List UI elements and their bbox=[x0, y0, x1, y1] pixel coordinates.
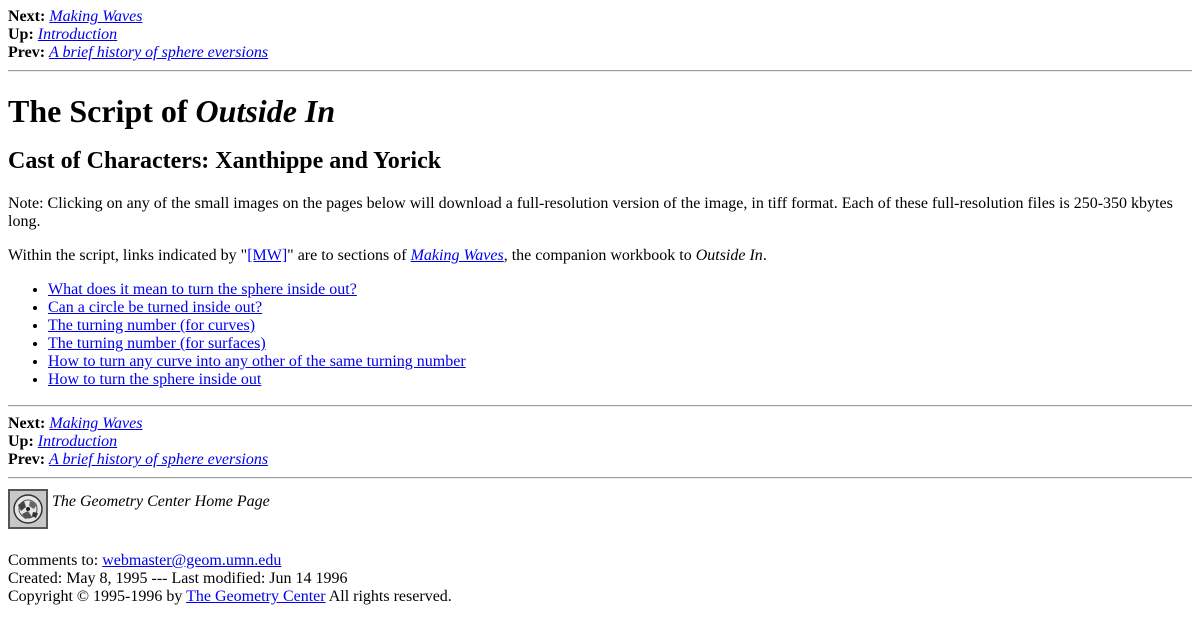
nav-up-line: Up: Introduction bbox=[8, 26, 1192, 44]
toc-link-turning-surfaces[interactable]: The turning number (for surfaces) bbox=[48, 335, 266, 352]
nav-up-label: Up: bbox=[8, 26, 34, 43]
page-footer: Comments to: webmaster@geom.umn.edu Crea… bbox=[8, 552, 1192, 606]
within-text-3: , the companion workbook to bbox=[503, 247, 696, 264]
nav-next-label: Next: bbox=[8, 8, 46, 25]
home-page-row: The Geometry Center Home Page bbox=[8, 489, 1192, 529]
within-text-1: Within the script, links indicated by " bbox=[8, 247, 248, 264]
within-text-2: " are to sections of bbox=[287, 247, 411, 264]
note-paragraph: Note: Clicking on any of the small image… bbox=[8, 195, 1173, 230]
page: Next: Making Waves Up: Introduction Prev… bbox=[0, 0, 1200, 606]
comments-line: Comments to: webmaster@geom.umn.edu bbox=[8, 552, 1192, 570]
outside-in-italic: Outside In bbox=[695, 247, 763, 264]
divider-top bbox=[8, 70, 1192, 72]
webmaster-email-link[interactable]: webmaster@geom.umn.edu bbox=[102, 552, 281, 569]
toc-link-turn-sphere[interactable]: How to turn the sphere inside out bbox=[48, 371, 261, 388]
nav-up-link[interactable]: Introduction bbox=[38, 26, 117, 43]
nav-next-line: Next: Making Waves bbox=[8, 415, 1192, 433]
nav-next-link[interactable]: Making Waves bbox=[49, 8, 142, 25]
copyright-line: Copyright © 1995-1996 by The Geometry Ce… bbox=[8, 588, 1192, 606]
page-title: The Script of Outside In bbox=[8, 93, 1192, 129]
table-of-contents: What does it mean to turn the sphere ins… bbox=[8, 281, 1192, 389]
toc-item: Can a circle be turned inside out? bbox=[48, 299, 1192, 317]
page-title-prefix: The Script of bbox=[8, 93, 196, 129]
copyright-suffix: All rights reserved. bbox=[325, 588, 452, 605]
making-waves-link[interactable]: Making Waves bbox=[411, 247, 504, 264]
toc-item: How to turn the sphere inside out bbox=[48, 371, 1192, 389]
bottom-navigation: Next: Making Waves Up: Introduction Prev… bbox=[8, 415, 1192, 469]
nav-up-line: Up: Introduction bbox=[8, 433, 1192, 451]
nav-prev-link[interactable]: A brief history of sphere eversions bbox=[49, 44, 268, 61]
top-navigation: Next: Making Waves Up: Introduction Prev… bbox=[8, 8, 1192, 62]
geometry-center-link[interactable]: The Geometry Center bbox=[186, 588, 326, 605]
divider-middle bbox=[8, 405, 1192, 407]
created-modified-line: Created: May 8, 1995 --- Last modified: … bbox=[8, 570, 348, 587]
toc-link-turn-curve[interactable]: How to turn any curve into any other of … bbox=[48, 353, 466, 370]
page-subtitle: Cast of Characters: Xanthippe and Yorick bbox=[8, 148, 442, 174]
comments-label: Comments to: bbox=[8, 552, 103, 569]
toc-link-circle[interactable]: Can a circle be turned inside out? bbox=[48, 299, 262, 316]
nav-up-label: Up: bbox=[8, 433, 34, 450]
nav-prev-line: Prev: A brief history of sphere eversion… bbox=[8, 44, 1192, 62]
nav-prev-label: Prev: bbox=[8, 44, 46, 61]
divider-bottom bbox=[8, 477, 1192, 479]
nav-next-line: Next: Making Waves bbox=[8, 8, 1192, 26]
nav-next-link[interactable]: Making Waves bbox=[49, 415, 142, 432]
toc-item: The turning number (for surfaces) bbox=[48, 335, 1192, 353]
toc-item: What does it mean to turn the sphere ins… bbox=[48, 281, 1192, 299]
page-title-italic: Outside In bbox=[195, 93, 336, 129]
copyright-prefix: Copyright © 1995-1996 by bbox=[8, 588, 187, 605]
nav-up-link[interactable]: Introduction bbox=[38, 433, 117, 450]
nav-prev-label: Prev: bbox=[8, 451, 46, 468]
within-paragraph: Within the script, links indicated by "[… bbox=[8, 247, 1192, 265]
toc-item: The turning number (for curves) bbox=[48, 317, 1192, 335]
within-text-4: . bbox=[762, 247, 767, 264]
toc-link-turning-curves[interactable]: The turning number (for curves) bbox=[48, 317, 255, 334]
nav-prev-link[interactable]: A brief history of sphere eversions bbox=[49, 451, 268, 468]
toc-link-inside-out[interactable]: What does it mean to turn the sphere ins… bbox=[48, 281, 357, 298]
toc-item: How to turn any curve into any other of … bbox=[48, 353, 1192, 371]
mw-link[interactable]: [MW] bbox=[247, 247, 287, 264]
nav-next-label: Next: bbox=[8, 415, 46, 432]
home-page-label: The Geometry Center Home Page bbox=[52, 493, 270, 510]
geometry-center-logo-icon[interactable] bbox=[8, 489, 48, 529]
nav-prev-line: Prev: A brief history of sphere eversion… bbox=[8, 451, 1192, 469]
